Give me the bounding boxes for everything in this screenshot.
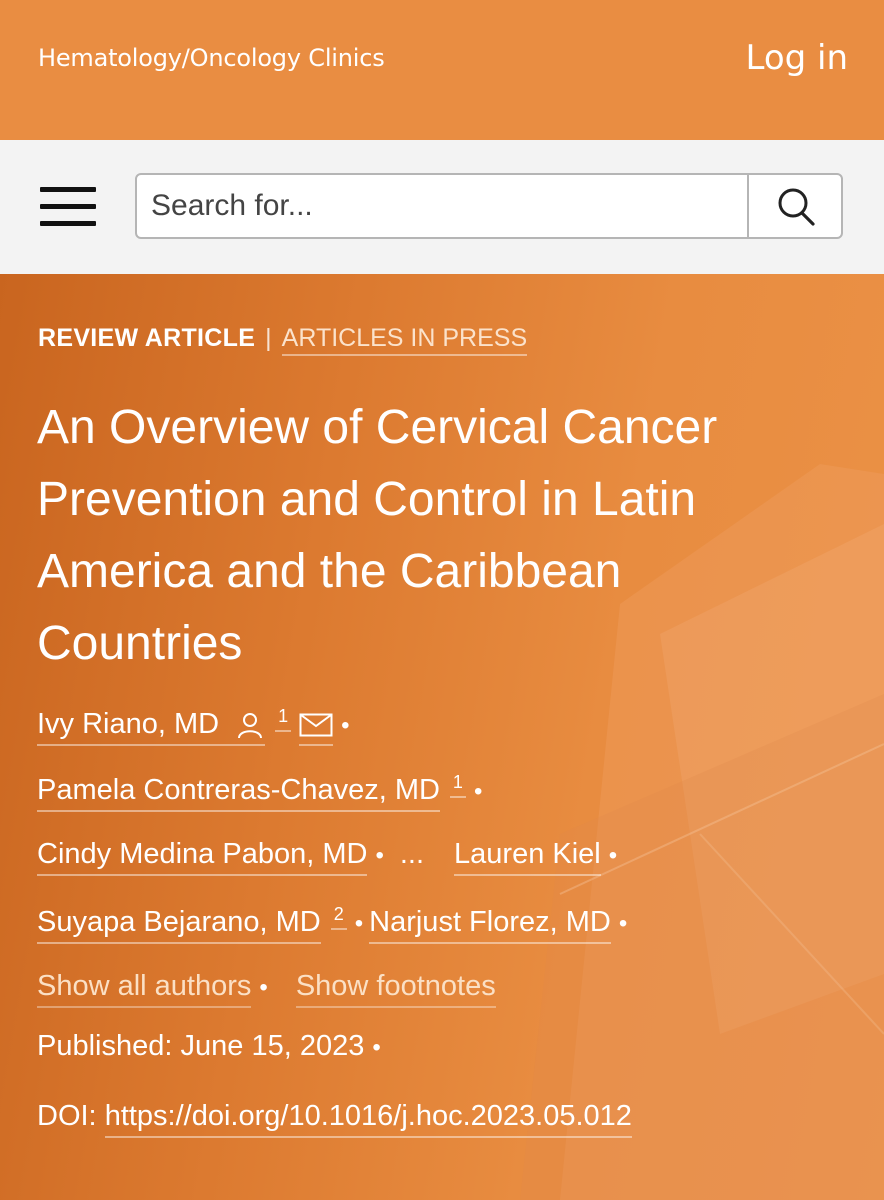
journal-name-link[interactable]: Hematology/Oncology Clinics — [38, 44, 385, 72]
author-name: Ivy Riano, MD — [37, 707, 220, 740]
bullet: • — [354, 909, 364, 937]
author-row: Suyapa Bejarano, MD 2 • Narjust Florez, MD • — [37, 904, 633, 944]
article-title: An Overview of Cervical Cancer Preventio… — [37, 401, 718, 670]
show-footnotes-link[interactable]: Show footnotes — [295, 970, 496, 1008]
author-affiliation[interactable]: 1 — [275, 706, 292, 732]
ellipsis: ... — [399, 838, 425, 870]
bullet: • — [259, 974, 268, 1001]
author-row: Pamela Contreras-Chavez, MD 1 • — [37, 772, 488, 812]
doi-link[interactable]: https://doi.org/10.1016/j.hoc.2023.05.01… — [104, 1100, 632, 1138]
author-link[interactable]: Ivy Riano, MD — [37, 707, 266, 746]
bullet: • — [608, 842, 618, 869]
doi-label: DOI: — [37, 1100, 97, 1132]
search-button[interactable] — [747, 175, 841, 237]
bullet: • — [375, 842, 384, 869]
bullet: • — [618, 909, 628, 937]
article-hero: REVIEW ARTICLE | ARTICLES IN PRESS An Over… — [0, 274, 884, 1200]
doi-row: DOI: https://doi.org/10.1016/j.hoc.2023.… — [37, 1100, 632, 1140]
article-type: REVIEW ARTICLE — [38, 324, 256, 352]
articles-in-press-link[interactable]: ARTICLES IN PRESS — [281, 324, 528, 356]
magnifier-icon — [778, 188, 815, 226]
author-affiliation[interactable]: 1 — [449, 772, 466, 798]
author-link[interactable]: Narjust Florez, MD — [369, 905, 611, 944]
article-meta: REVIEW ARTICLE | ARTICLES IN PRESS — [38, 324, 528, 356]
bullet: • — [372, 1034, 381, 1061]
bullet: • — [341, 711, 350, 739]
show-all-authors-link[interactable]: Show all authors — [37, 970, 252, 1008]
author-row: Cindy Medina Pabon, MD •... Lauren Kiel • — [37, 838, 623, 878]
published-date: June 15, 2023 — [180, 1030, 365, 1062]
meta-separator: | — [265, 324, 272, 352]
envelope-icon — [299, 713, 333, 737]
login-link[interactable]: Log in — [745, 38, 848, 78]
author-affiliation[interactable]: 2 — [330, 904, 347, 930]
published-label: Published: — [37, 1030, 173, 1062]
person-icon — [238, 713, 263, 739]
search-input[interactable] — [137, 175, 749, 237]
hamburger-menu-icon[interactable] — [40, 187, 96, 227]
search-box — [135, 173, 843, 239]
author-link[interactable]: Cindy Medina Pabon, MD — [37, 838, 368, 876]
author-actions: Show all authors • Show footnotes — [37, 970, 496, 1010]
email-link[interactable] — [299, 707, 334, 746]
author-row: Ivy Riano, MD 1 • — [37, 706, 356, 746]
author-link[interactable]: Pamela Contreras-Chavez, MD — [37, 773, 440, 812]
top-header: Hematology/Oncology Clinics Log in — [0, 0, 884, 140]
bullet: • — [473, 777, 483, 805]
author-link[interactable]: Suyapa Bejarano, MD — [37, 905, 321, 944]
author-link[interactable]: Lauren Kiel — [454, 838, 601, 876]
published-row: Published: June 15, 2023 • — [37, 1030, 387, 1070]
